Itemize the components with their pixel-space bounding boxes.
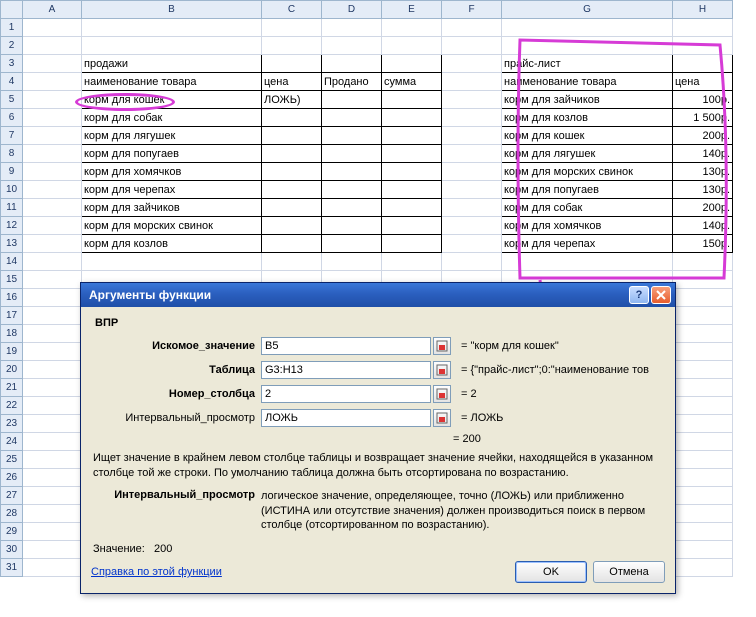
value-result: 200 xyxy=(154,543,172,555)
cell-C4[interactable]: цена xyxy=(262,73,322,91)
cell-G8[interactable]: корм для лягушек xyxy=(502,145,673,163)
arg1-input[interactable] xyxy=(261,337,431,355)
cell-B13[interactable]: корм для козлов xyxy=(82,235,262,253)
cell-G13[interactable]: корм для черепах xyxy=(502,235,673,253)
cell-C5[interactable]: ЛОЖЬ) xyxy=(262,91,322,109)
function-description: Ищет значение в крайнем левом столбце та… xyxy=(93,451,663,481)
arg4-eval: = ЛОЖЬ xyxy=(461,412,665,424)
cell-H13[interactable]: 150р. xyxy=(673,235,733,253)
cell-B5[interactable]: корм для кошек xyxy=(82,91,262,109)
arg3-ref-button[interactable] xyxy=(433,385,451,403)
cell-H11[interactable]: 200р. xyxy=(673,199,733,217)
row-9[interactable]: 9 xyxy=(1,163,23,181)
arg-desc-label: Интервальный_просмотр xyxy=(93,489,261,534)
col-header-row[interactable]: A B C D E F G H xyxy=(1,1,733,19)
arg-desc-text: логическое значение, определяющее, точно… xyxy=(261,489,663,534)
collapse-dialog-icon xyxy=(436,340,448,352)
arg2-eval: = {"прайс-лист";0:"наименование тов xyxy=(461,364,665,376)
cell-G7[interactable]: корм для кошек xyxy=(502,127,673,145)
close-button[interactable] xyxy=(651,286,671,304)
row-4[interactable]: 4 xyxy=(1,73,23,91)
cell-H10[interactable]: 130р. xyxy=(673,181,733,199)
cell-B3[interactable]: продажи xyxy=(82,55,262,73)
cell-B10[interactable]: корм для черепах xyxy=(82,181,262,199)
cell-H7[interactable]: 200р. xyxy=(673,127,733,145)
cancel-button[interactable]: Отмена xyxy=(593,561,665,583)
function-arguments-dialog: Аргументы функции ? ВПР Искомое_значение… xyxy=(80,282,676,594)
dialog-titlebar[interactable]: Аргументы функции ? xyxy=(81,283,675,307)
cell-G6[interactable]: корм для козлов xyxy=(502,109,673,127)
row-1[interactable]: 1 xyxy=(1,19,23,37)
cell-H4[interactable]: цена xyxy=(673,73,733,91)
cell-G5[interactable]: корм для зайчиков xyxy=(502,91,673,109)
cell-H6[interactable]: 1 500р. xyxy=(673,109,733,127)
col-A[interactable]: A xyxy=(23,1,82,19)
row-13[interactable]: 13 xyxy=(1,235,23,253)
cell-G11[interactable]: корм для собак xyxy=(502,199,673,217)
col-B[interactable]: B xyxy=(82,1,262,19)
row-3[interactable]: 3 xyxy=(1,55,23,73)
cell-E4[interactable]: сумма xyxy=(382,73,442,91)
arg4-input[interactable] xyxy=(261,409,431,427)
col-H[interactable]: H xyxy=(673,1,733,19)
cell-B11[interactable]: корм для зайчиков xyxy=(82,199,262,217)
cell-H12[interactable]: 140р. xyxy=(673,217,733,235)
help-link[interactable]: Справка по этой функции xyxy=(91,566,222,578)
arg3-eval: = 2 xyxy=(461,388,665,400)
row-11[interactable]: 11 xyxy=(1,199,23,217)
row-2[interactable]: 2 xyxy=(1,37,23,55)
cell-B12[interactable]: корм для морских свинок xyxy=(82,217,262,235)
arg2-input[interactable] xyxy=(261,361,431,379)
row-10[interactable]: 10 xyxy=(1,181,23,199)
cell-G10[interactable]: корм для попугаев xyxy=(502,181,673,199)
row-14[interactable]: 14 xyxy=(1,253,23,271)
function-name: ВПР xyxy=(95,317,665,329)
help-button[interactable]: ? xyxy=(629,286,649,304)
cell-H8[interactable]: 140р. xyxy=(673,145,733,163)
cell-H9[interactable]: 130р. xyxy=(673,163,733,181)
row-7[interactable]: 7 xyxy=(1,127,23,145)
row-8[interactable]: 8 xyxy=(1,145,23,163)
collapse-dialog-icon xyxy=(436,388,448,400)
col-E[interactable]: E xyxy=(382,1,442,19)
col-C[interactable]: C xyxy=(262,1,322,19)
cell-B9[interactable]: корм для хомячков xyxy=(82,163,262,181)
row-12[interactable]: 12 xyxy=(1,217,23,235)
dialog-title: Аргументы функции xyxy=(89,288,211,302)
close-icon xyxy=(656,290,666,300)
cell-G3[interactable]: прайс-лист xyxy=(502,55,673,73)
cell-D4[interactable]: Продано xyxy=(322,73,382,91)
arg2-label: Таблица xyxy=(91,364,261,376)
arg2-ref-button[interactable] xyxy=(433,361,451,379)
cell-B7[interactable]: корм для лягушек xyxy=(82,127,262,145)
arg4-label: Интервальный_просмотр xyxy=(91,412,261,424)
select-all[interactable] xyxy=(1,1,23,19)
arg3-input[interactable] xyxy=(261,385,431,403)
cell-G12[interactable]: корм для хомячков xyxy=(502,217,673,235)
collapse-dialog-icon xyxy=(436,412,448,424)
cell-B4[interactable]: наименование товара xyxy=(82,73,262,91)
col-G[interactable]: G xyxy=(502,1,673,19)
value-label: Значение: xyxy=(93,543,145,555)
collapse-dialog-icon xyxy=(436,364,448,376)
cell-B8[interactable]: корм для попугаев xyxy=(82,145,262,163)
cell-G9[interactable]: корм для морских свинок xyxy=(502,163,673,181)
cell-H5[interactable]: 100р. xyxy=(673,91,733,109)
arg4-ref-button[interactable] xyxy=(433,409,451,427)
cell-G4[interactable]: наименование товара xyxy=(502,73,673,91)
formula-result-preview: = 200 xyxy=(453,433,481,445)
row-5[interactable]: 5 xyxy=(1,91,23,109)
col-F[interactable]: F xyxy=(442,1,502,19)
col-D[interactable]: D xyxy=(322,1,382,19)
arg3-label: Номер_столбца xyxy=(91,388,261,400)
ok-button[interactable]: OK xyxy=(515,561,587,583)
arg1-ref-button[interactable] xyxy=(433,337,451,355)
cell-B6[interactable]: корм для собак xyxy=(82,109,262,127)
arg1-eval: = "корм для кошек" xyxy=(461,340,665,352)
row-6[interactable]: 6 xyxy=(1,109,23,127)
arg1-label: Искомое_значение xyxy=(91,340,261,352)
